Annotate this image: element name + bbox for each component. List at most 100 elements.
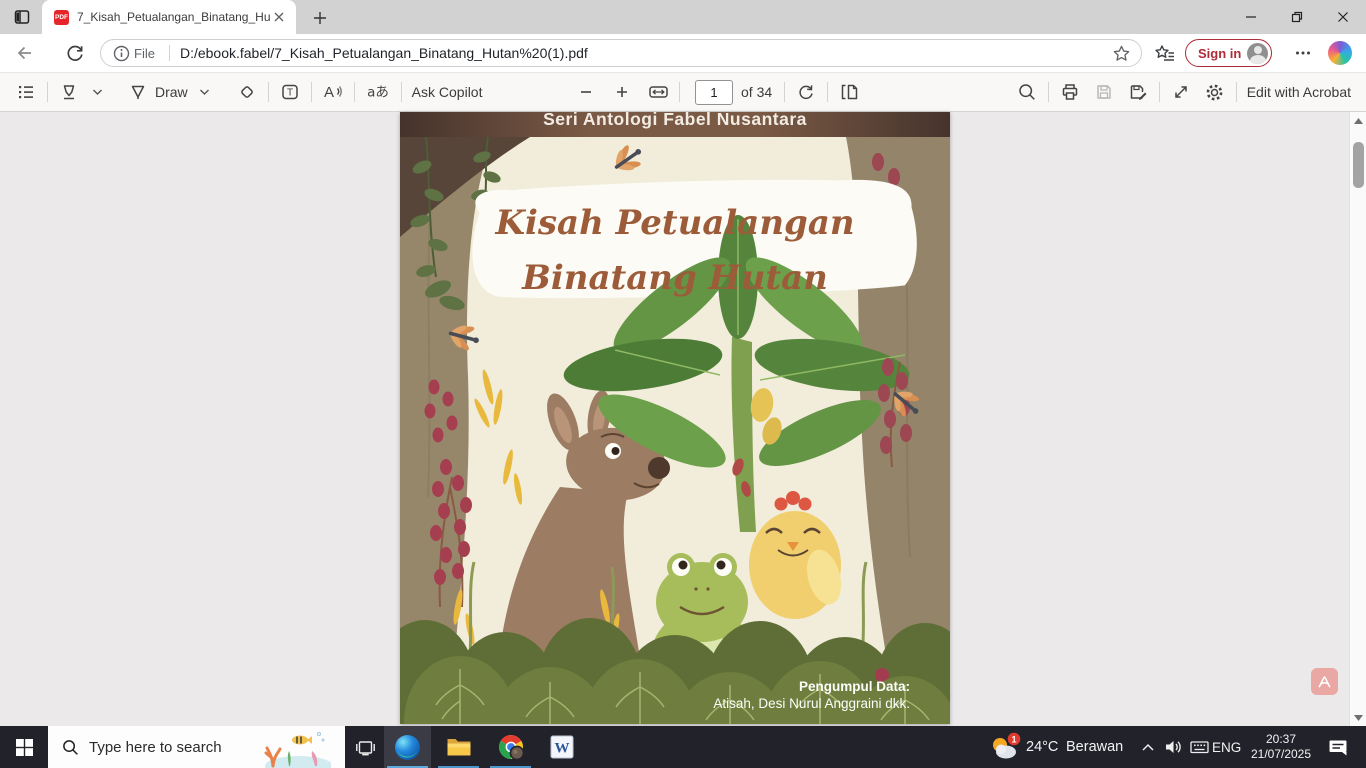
restore-button[interactable]: [1274, 0, 1320, 34]
settings-and-more-button[interactable]: [1288, 38, 1318, 68]
divider: [827, 82, 828, 102]
new-tab-button[interactable]: [308, 7, 332, 29]
weather-widget-icon[interactable]: 1: [985, 726, 1025, 768]
copilot-button[interactable]: [1328, 41, 1352, 65]
divider: [268, 82, 269, 102]
highlight-dropdown[interactable]: [83, 77, 111, 107]
pdf-viewer-canvas[interactable]: Seri Antologi Fabel Nusantara: [0, 112, 1366, 726]
table-of-contents-button[interactable]: [12, 77, 40, 107]
weather-condition[interactable]: Berawan: [1066, 726, 1123, 768]
chevron-down-icon: [92, 88, 103, 96]
ask-copilot-label: Ask Copilot: [412, 84, 483, 100]
taskbar-word-button[interactable]: W: [538, 726, 585, 768]
show-hidden-icons-button[interactable]: [1136, 726, 1160, 768]
tab-title: 7_Kisah_Petualangan_Binatang_Hu: [77, 10, 270, 24]
draw-button[interactable]: Draw: [125, 77, 191, 107]
url-field[interactable]: File D:/ebook.fabel/7_Kisah_Petualangan_…: [100, 39, 1142, 67]
refresh-icon: [65, 43, 85, 63]
favorites-hub-button[interactable]: [1150, 38, 1180, 68]
add-text-button[interactable]: T: [276, 77, 304, 107]
draw-dropdown[interactable]: [191, 77, 219, 107]
back-button[interactable]: [10, 38, 40, 68]
file-explorer-icon: [446, 735, 472, 759]
read-aloud-button[interactable]: A: [319, 77, 347, 107]
page-view-button[interactable]: [835, 77, 863, 107]
credit-names: Atisah, Desi Nurul Anggraini dkk.: [713, 695, 910, 712]
scroll-down-button[interactable]: [1350, 709, 1366, 726]
gear-icon: [1204, 82, 1225, 103]
zoom-out-button[interactable]: [572, 77, 600, 107]
tab-actions-menu-button[interactable]: [8, 4, 36, 30]
svg-text:A: A: [324, 84, 334, 101]
sign-in-button[interactable]: Sign in: [1185, 39, 1272, 67]
fit-to-width-button[interactable]: [644, 77, 672, 107]
word-logo-icon: W: [550, 735, 574, 759]
scrollbar-thumb[interactable]: [1353, 142, 1364, 188]
back-arrow-icon: [15, 43, 35, 63]
save-icon: [1094, 82, 1114, 102]
chrome-logo-icon: [498, 734, 524, 760]
language-indicator[interactable]: ENG: [1212, 726, 1241, 768]
divider: [784, 82, 785, 102]
search-document-button[interactable]: [1013, 77, 1041, 107]
volume-button[interactable]: [1160, 726, 1186, 768]
highlighter-icon: [59, 82, 79, 102]
rotate-button[interactable]: [792, 77, 820, 107]
acrobat-floating-button[interactable]: [1311, 668, 1338, 695]
minimize-icon: [1245, 11, 1257, 23]
favorite-star-icon[interactable]: [1112, 44, 1131, 63]
weather-temperature[interactable]: 24°C: [1026, 726, 1058, 768]
browser-tab[interactable]: PDF 7_Kisah_Petualangan_Binatang_Hu: [42, 0, 296, 34]
divider: [354, 82, 355, 102]
file-scheme-label: File: [134, 46, 155, 61]
edit-with-acrobat-button[interactable]: Edit with Acrobat: [1244, 77, 1354, 107]
clock-date: 21/07/2025: [1251, 747, 1311, 762]
info-icon[interactable]: [113, 45, 130, 62]
translate-button[interactable]: aあ: [362, 77, 394, 107]
touch-keyboard-button[interactable]: [1186, 726, 1212, 768]
tab-close-button[interactable]: [270, 8, 288, 26]
taskbar-search-box[interactable]: [48, 726, 345, 768]
search-input[interactable]: [89, 739, 259, 756]
taskbar-chrome-button[interactable]: [487, 726, 534, 768]
favorites-list-icon: [1155, 43, 1176, 64]
scroll-up-button[interactable]: [1350, 112, 1366, 129]
pdf-settings-button[interactable]: [1201, 77, 1229, 107]
vertical-scrollbar[interactable]: [1349, 112, 1366, 726]
ask-copilot-button[interactable]: Ask Copilot: [409, 77, 486, 107]
search-icon: [62, 739, 79, 756]
triangle-down-icon: [1354, 715, 1363, 721]
tab-bar: PDF 7_Kisah_Petualangan_Binatang_Hu: [0, 0, 1366, 34]
highlight-button[interactable]: [55, 77, 83, 107]
taskbar-edge-button[interactable]: [384, 726, 431, 768]
search-highlights-art[interactable]: [259, 726, 331, 768]
erase-button[interactable]: [233, 77, 261, 107]
zoom-in-button[interactable]: [608, 77, 636, 107]
divider: [1236, 82, 1237, 102]
print-button[interactable]: [1056, 77, 1084, 107]
chevron-down-icon: [199, 88, 210, 96]
save-button: [1090, 77, 1118, 107]
divider: [1159, 82, 1160, 102]
text-tool-icon: T: [280, 82, 300, 102]
page-number-input[interactable]: [695, 80, 733, 105]
refresh-button[interactable]: [60, 38, 90, 68]
save-as-button[interactable]: [1124, 77, 1152, 107]
clock[interactable]: 20:37 21/07/2025: [1246, 726, 1316, 768]
close-window-button[interactable]: [1320, 0, 1366, 34]
close-icon: [1337, 11, 1349, 23]
task-view-button[interactable]: [347, 726, 383, 768]
fullscreen-icon: [1171, 82, 1191, 102]
minus-icon: [579, 85, 593, 99]
fullscreen-button[interactable]: [1167, 77, 1195, 107]
restore-icon: [1291, 11, 1303, 23]
clock-time: 20:37: [1251, 732, 1311, 747]
taskbar-file-explorer-button[interactable]: [435, 726, 482, 768]
touch-keyboard-icon: [1190, 739, 1209, 755]
read-aloud-icon: A: [322, 82, 344, 102]
action-center-button[interactable]: [1322, 726, 1354, 768]
start-button[interactable]: [0, 726, 48, 768]
minimize-button[interactable]: [1228, 0, 1274, 34]
triangle-up-icon: [1354, 118, 1363, 124]
pdf-favicon: PDF: [54, 10, 69, 25]
